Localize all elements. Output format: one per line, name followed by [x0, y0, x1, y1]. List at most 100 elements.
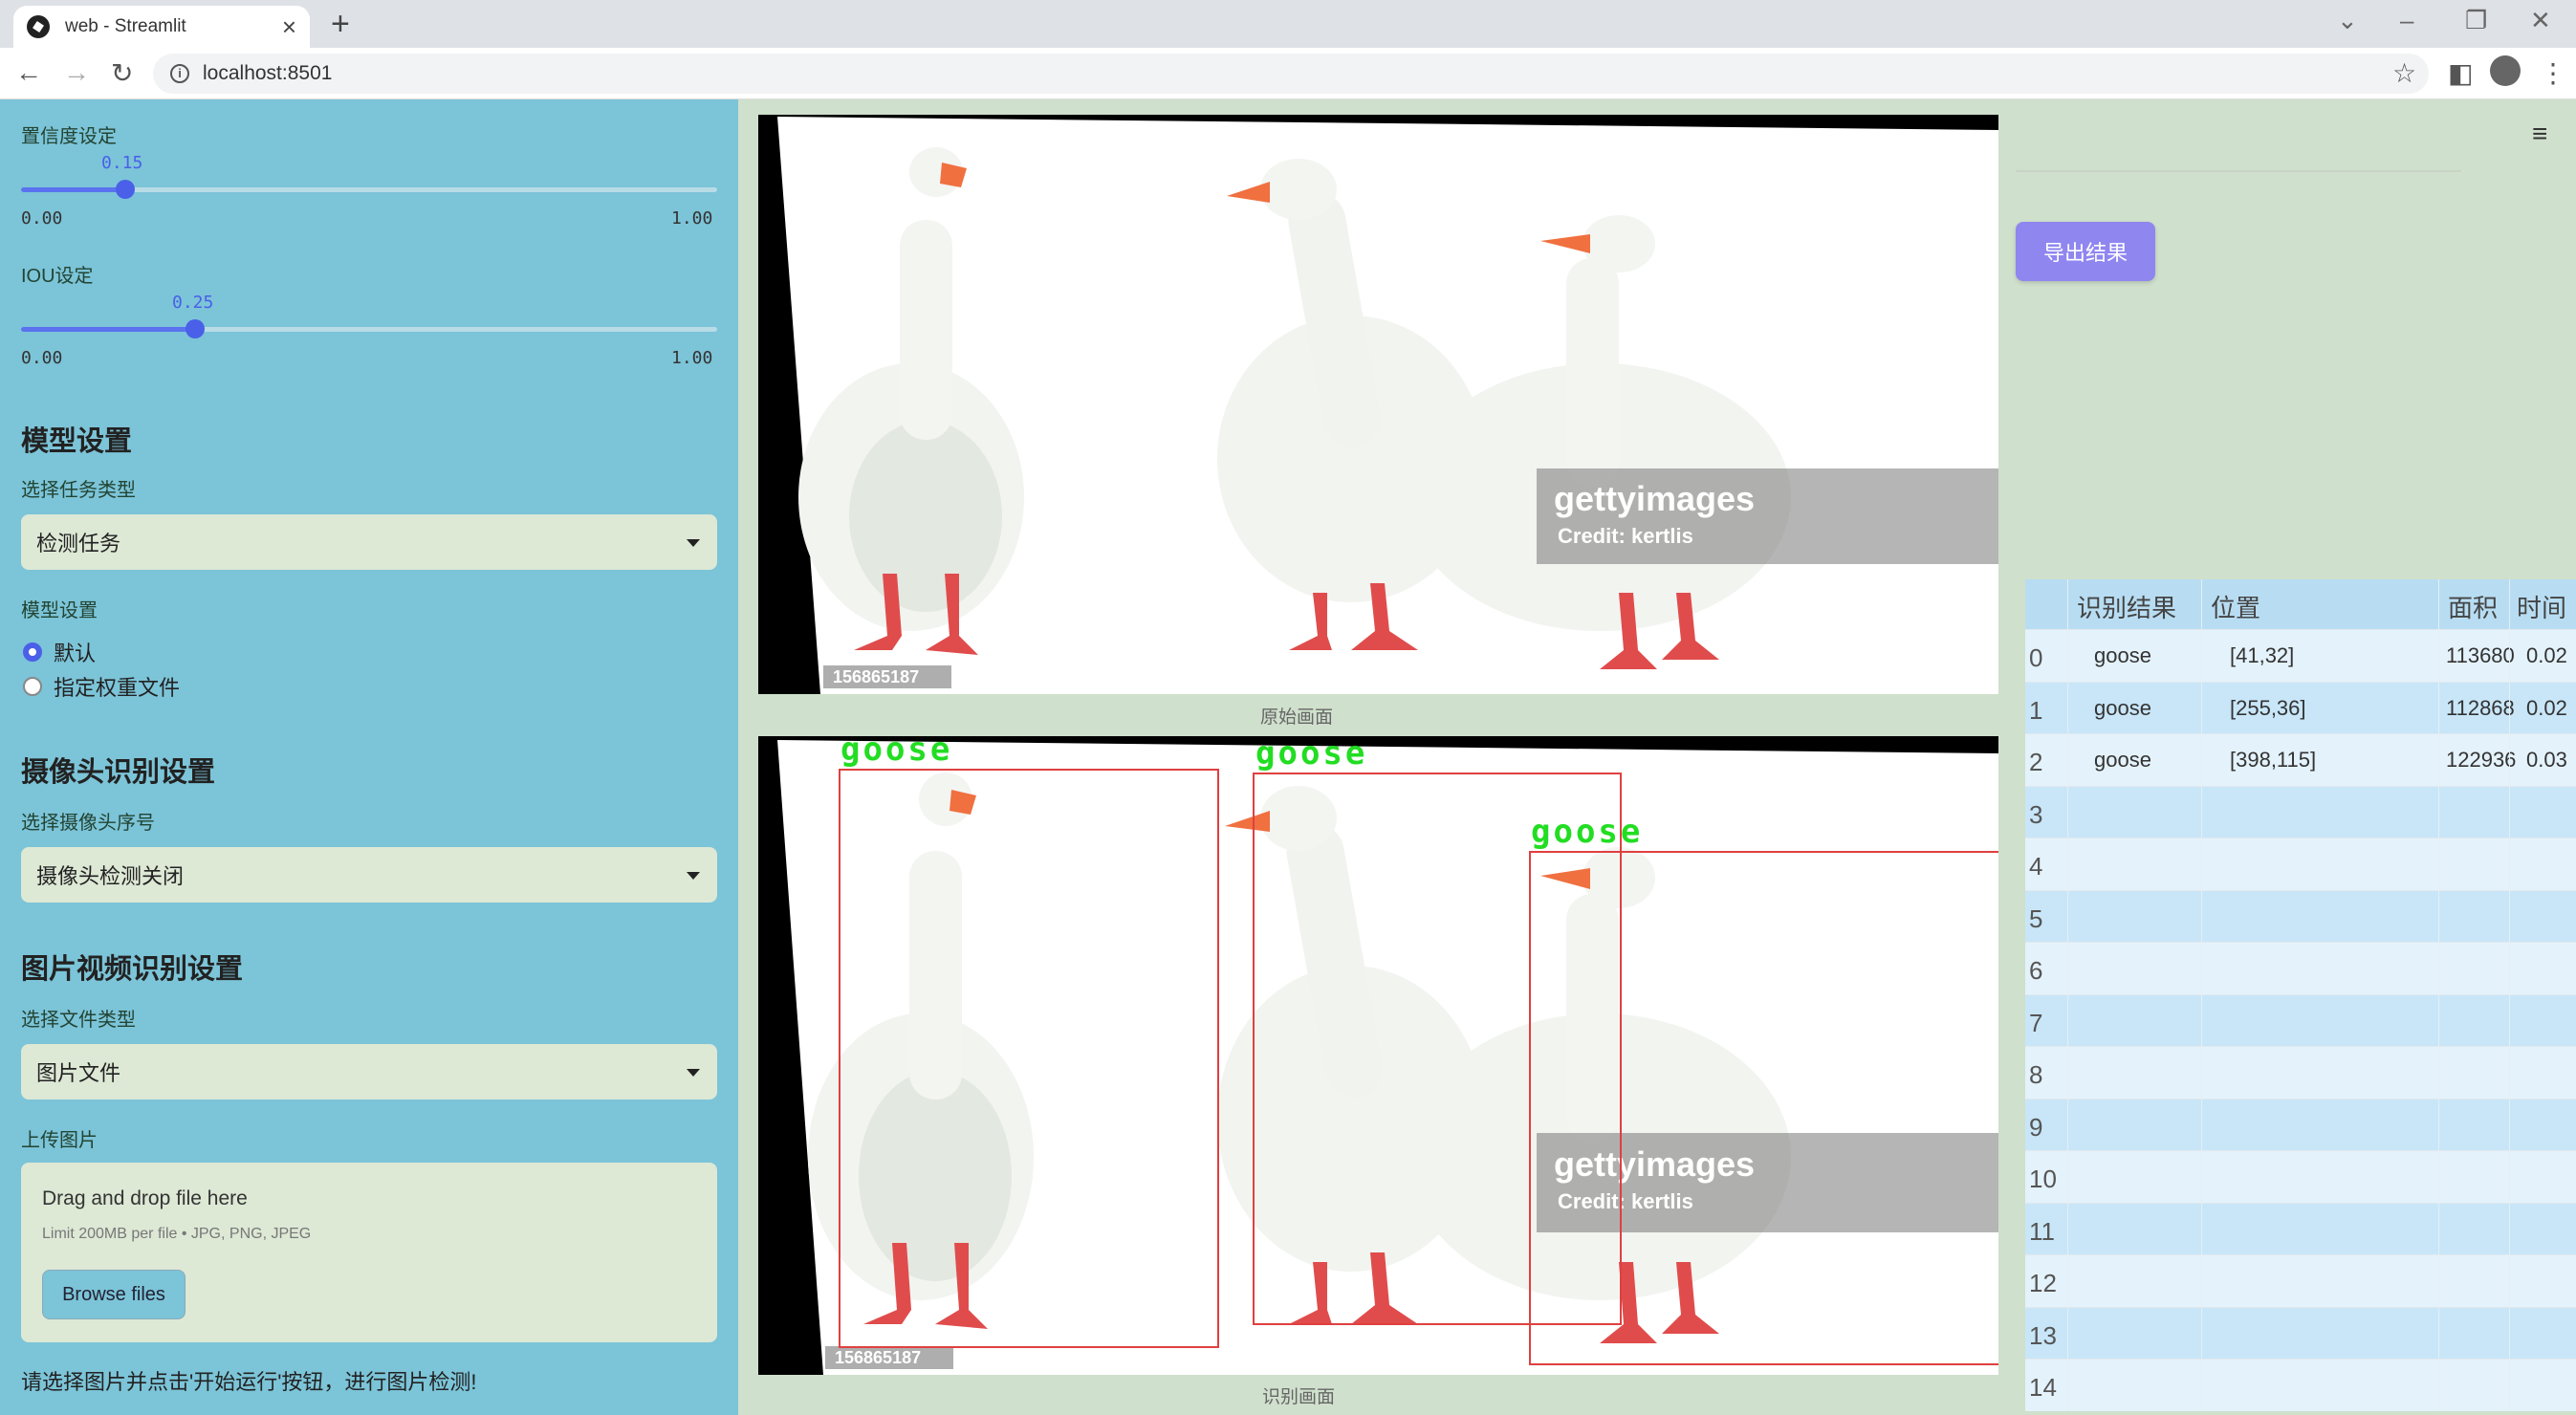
- table-row[interactable]: 0 goose [41,32] 113680 0.02: [2025, 629, 2576, 682]
- table-row[interactable]: 2 goose [398,115] 122936 0.03: [2025, 733, 2576, 786]
- iou-max: 1.00: [671, 348, 713, 368]
- browser-tab[interactable]: web - Streamlit ×: [13, 6, 310, 48]
- profile-avatar-icon[interactable]: [2490, 55, 2521, 86]
- more-menu-icon[interactable]: ⋮: [2540, 57, 2566, 89]
- bookmark-star-icon[interactable]: ☆: [2392, 57, 2416, 89]
- column-divider: [2067, 579, 2068, 1411]
- row-index: 2: [2029, 748, 2043, 776]
- confidence-max: 1.00: [671, 208, 713, 229]
- forward-icon[interactable]: →: [63, 57, 90, 88]
- side-panel-icon[interactable]: ◧: [2448, 57, 2473, 89]
- row-index: 13: [2029, 1320, 2057, 1350]
- table-body: 0 goose [41,32] 113680 0.02 1 goose [255,36] 112…: [2025, 629, 2576, 1411]
- address-bar: ← → ↻ i localhost:8501 ☆ ◧ ⋮: [0, 48, 2576, 99]
- radio-default[interactable]: 默认: [23, 637, 96, 667]
- row-index: 6: [2029, 956, 2043, 985]
- radio-unselected-icon: [23, 677, 42, 696]
- header-area[interactable]: 面积: [2448, 589, 2498, 624]
- camera-index-select[interactable]: 摄像头检测关闭: [21, 847, 717, 903]
- original-goose-photo: gettyimages Credit: kertlis 156865187: [758, 115, 1998, 694]
- iou-slider[interactable]: [21, 319, 717, 338]
- detection-label: goose: [1531, 813, 1644, 851]
- header-position[interactable]: 位置: [2211, 589, 2260, 624]
- dropzone-limit: Limit 200MB per file • JPG, PNG, JPEG: [42, 1226, 312, 1242]
- table-row[interactable]: 12: [2025, 1254, 2576, 1307]
- table-row[interactable]: 1 goose [255,36] 112868 0.02: [2025, 681, 2576, 733]
- table-row[interactable]: 8: [2025, 1046, 2576, 1099]
- camera-settings-heading: 摄像头识别设置: [21, 757, 216, 788]
- close-window-icon[interactable]: ✕: [2530, 6, 2551, 35]
- row-index: 7: [2029, 1008, 2043, 1037]
- watermark-brand: gettyimages: [1554, 479, 1755, 518]
- cell-result: goose: [2094, 695, 2151, 720]
- hamburger-menu-icon[interactable]: ≡: [2532, 119, 2547, 149]
- table-row[interactable]: 9: [2025, 1098, 2576, 1150]
- image-id: 156865187: [833, 667, 919, 686]
- detection-box: [1529, 851, 1998, 1365]
- confidence-slider-thumb[interactable]: [116, 180, 136, 199]
- detection-label: goose: [1255, 736, 1368, 773]
- dropzone-title: Drag and drop file here: [42, 1187, 248, 1209]
- new-tab-icon[interactable]: +: [331, 6, 350, 43]
- header-result[interactable]: 识别结果: [2077, 589, 2176, 624]
- close-tab-icon[interactable]: ×: [282, 12, 296, 42]
- task-type-label: 选择任务类型: [21, 480, 136, 501]
- camera-index-value: 摄像头检测关闭: [36, 864, 185, 888]
- export-results-button[interactable]: 导出结果: [2016, 222, 2155, 281]
- table-row[interactable]: 14: [2025, 1359, 2576, 1411]
- back-icon[interactable]: ←: [15, 57, 42, 88]
- cell-time: 0.02: [2526, 643, 2567, 667]
- camera-index-label: 选择摄像头序号: [21, 813, 155, 834]
- cell-area: 112868: [2446, 695, 2515, 720]
- table-header: 识别结果 位置 面积 时间: [2025, 579, 2576, 629]
- table-row[interactable]: 11: [2025, 1202, 2576, 1254]
- cell-position: [398,115]: [2230, 748, 2317, 772]
- task-type-select[interactable]: 检测任务: [21, 514, 717, 570]
- cell-time: 0.02: [2526, 695, 2567, 720]
- detected-caption: 识别画面: [1262, 1387, 1336, 1407]
- confidence-value: 0.15: [101, 153, 143, 173]
- detection-label: goose: [840, 736, 953, 769]
- row-index: 14: [2029, 1373, 2057, 1402]
- minimize-icon[interactable]: –: [2400, 6, 2413, 35]
- column-divider: [2201, 579, 2202, 1411]
- url-text: localhost:8501: [203, 62, 333, 84]
- task-type-value: 检测任务: [36, 532, 121, 555]
- file-type-select[interactable]: 图片文件: [21, 1044, 717, 1099]
- radio-custom-weights[interactable]: 指定权重文件: [23, 671, 180, 702]
- browse-files-button[interactable]: Browse files: [42, 1270, 186, 1319]
- cell-time: 0.03: [2526, 748, 2567, 772]
- file-dropzone[interactable]: Drag and drop file here Limit 200MB per …: [21, 1163, 717, 1342]
- site-info-icon[interactable]: i: [170, 64, 189, 83]
- row-index: 5: [2029, 903, 2043, 933]
- iou-slider-thumb[interactable]: [186, 319, 205, 338]
- table-row[interactable]: 3: [2025, 785, 2576, 838]
- reload-icon[interactable]: ↻: [111, 57, 133, 89]
- results-table: 识别结果 位置 面积 时间 0 goose [41,32] 113680 0.02 1 go…: [2025, 579, 2576, 1411]
- tab-list-chevron-icon[interactable]: ⌄: [2337, 6, 2358, 35]
- table-row[interactable]: 5: [2025, 889, 2576, 942]
- instruction-note: 请选择图片并点击'开始运行'按钮，进行图片检测!: [21, 1370, 477, 1394]
- file-type-label: 选择文件类型: [21, 1010, 136, 1031]
- row-index: 8: [2029, 1060, 2043, 1089]
- table-row[interactable]: 6: [2025, 942, 2576, 994]
- chevron-down-icon: [687, 872, 700, 880]
- confidence-label: 置信度设定: [21, 126, 117, 147]
- table-row[interactable]: 13: [2025, 1306, 2576, 1359]
- column-divider: [2509, 579, 2510, 1411]
- table-row[interactable]: 10: [2025, 1150, 2576, 1203]
- cell-result: goose: [2094, 748, 2151, 772]
- row-index: 12: [2029, 1269, 2057, 1297]
- original-image: gettyimages Credit: kertlis 156865187: [758, 115, 1998, 694]
- divider: [2016, 170, 2461, 172]
- row-index: 9: [2029, 1112, 2043, 1142]
- table-row[interactable]: 4: [2025, 838, 2576, 890]
- confidence-slider[interactable]: [21, 180, 717, 199]
- header-time[interactable]: 时间: [2517, 589, 2566, 624]
- restore-icon[interactable]: ❐: [2465, 6, 2487, 35]
- row-index: 10: [2029, 1165, 2057, 1193]
- table-row[interactable]: 7: [2025, 993, 2576, 1046]
- url-field[interactable]: i localhost:8501: [153, 54, 2429, 94]
- chevron-down-icon: [687, 1069, 700, 1077]
- radio-default-label: 默认: [54, 642, 97, 665]
